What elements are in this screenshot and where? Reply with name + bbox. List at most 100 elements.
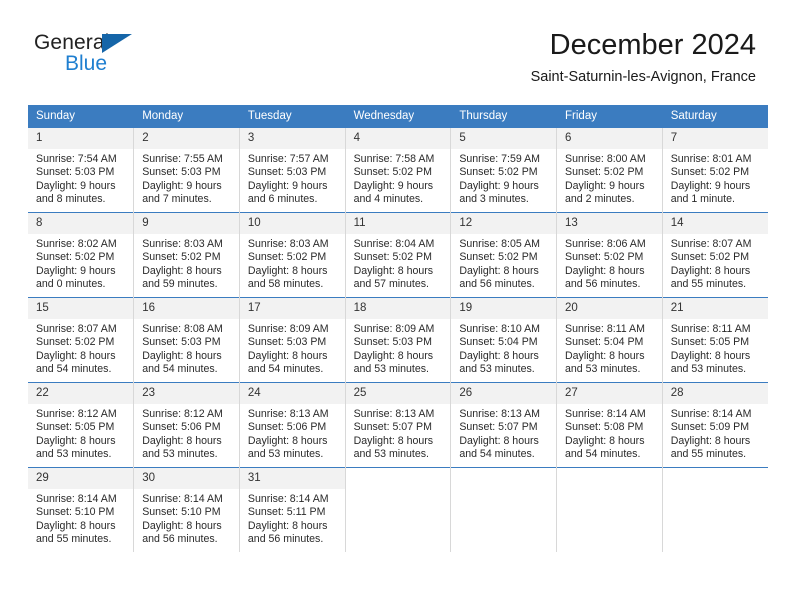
daylight-text-line1: Daylight: 9 hours [670, 179, 751, 192]
page-header: General Blue December 2024 Saint-Saturni… [0, 0, 792, 100]
daylight-text-line2: and 53 minutes. [353, 362, 429, 375]
day-details: Sunrise: 8:14 AM Sunset: 5:10 PM Dayligh… [134, 489, 239, 546]
day-cell[interactable]: 20 Sunrise: 8:11 AM Sunset: 5:04 PM Dayl… [556, 297, 663, 383]
day-cell[interactable]: 8 Sunrise: 8:02 AM Sunset: 5:02 PM Dayli… [28, 212, 135, 298]
day-cell-empty [345, 467, 452, 552]
sunrise-text: Sunrise: 8:03 AM [247, 238, 329, 250]
day-cell[interactable]: 2 Sunrise: 7:55 AM Sunset: 5:03 PM Dayli… [133, 127, 240, 213]
day-cell[interactable]: 21 Sunrise: 8:11 AM Sunset: 5:05 PM Dayl… [662, 297, 768, 383]
general-blue-logo: General Blue [34, 31, 234, 81]
sunset-text: Sunset: 5:07 PM [459, 421, 538, 434]
day-details: Sunrise: 7:54 AM Sunset: 5:03 PM Dayligh… [28, 149, 133, 206]
week-row: 29 Sunrise: 8:14 AM Sunset: 5:10 PM Dayl… [28, 467, 768, 552]
day-details: Sunrise: 8:07 AM Sunset: 5:02 PM Dayligh… [663, 234, 768, 291]
sunrise-text: Sunrise: 8:01 AM [670, 153, 752, 165]
sunset-text: Sunset: 5:02 PM [459, 251, 538, 264]
weekday-header-sunday: Sunday [28, 105, 135, 128]
day-cell[interactable]: 28 Sunrise: 8:14 AM Sunset: 5:09 PM Dayl… [662, 382, 768, 468]
day-number: 28 [662, 383, 768, 404]
day-details: Sunrise: 8:14 AM Sunset: 5:11 PM Dayligh… [240, 489, 345, 546]
day-cell[interactable]: 25 Sunrise: 8:13 AM Sunset: 5:07 PM Dayl… [345, 382, 452, 468]
day-details: Sunrise: 8:08 AM Sunset: 5:03 PM Dayligh… [134, 319, 239, 376]
sunrise-sunset-calendar: Sunday Monday Tuesday Wednesday Thursday… [28, 105, 768, 552]
day-cell[interactable]: 5 Sunrise: 7:59 AM Sunset: 5:02 PM Dayli… [450, 127, 558, 213]
week-row: 8 Sunrise: 8:02 AM Sunset: 5:02 PM Dayli… [28, 212, 768, 298]
page-title: December 2024 [549, 29, 756, 61]
daylight-text-line1: Daylight: 8 hours [565, 434, 645, 447]
day-number: 14 [662, 213, 768, 234]
day-details: Sunrise: 8:13 AM Sunset: 5:07 PM Dayligh… [451, 404, 556, 461]
day-number: 21 [662, 298, 768, 319]
sunrise-text: Sunrise: 7:58 AM [353, 153, 435, 165]
day-cell[interactable]: 1 Sunrise: 7:54 AM Sunset: 5:03 PM Dayli… [28, 127, 135, 213]
daylight-text-line2: and 54 minutes. [565, 447, 641, 460]
day-cell[interactable]: 4 Sunrise: 7:58 AM Sunset: 5:02 PM Dayli… [345, 127, 452, 213]
day-number: 26 [451, 383, 557, 404]
day-cell[interactable]: 23 Sunrise: 8:12 AM Sunset: 5:06 PM Dayl… [133, 382, 240, 468]
sunset-text: Sunset: 5:02 PM [670, 251, 750, 264]
day-cell[interactable]: 24 Sunrise: 8:13 AM Sunset: 5:06 PM Dayl… [239, 382, 346, 468]
day-number [662, 468, 768, 489]
sunrise-text: Sunrise: 8:02 AM [36, 238, 117, 250]
day-cell[interactable]: 3 Sunrise: 7:57 AM Sunset: 5:03 PM Dayli… [239, 127, 346, 213]
daylight-text-line1: Daylight: 8 hours [142, 264, 222, 277]
day-cell[interactable]: 10 Sunrise: 8:03 AM Sunset: 5:02 PM Dayl… [239, 212, 346, 298]
day-cell[interactable]: 9 Sunrise: 8:03 AM Sunset: 5:02 PM Dayli… [133, 212, 240, 298]
day-cell[interactable]: 12 Sunrise: 8:05 AM Sunset: 5:02 PM Dayl… [450, 212, 558, 298]
daylight-text-line1: Daylight: 9 hours [36, 264, 116, 277]
daylight-text-line1: Daylight: 8 hours [670, 264, 751, 277]
day-cell[interactable]: 29 Sunrise: 8:14 AM Sunset: 5:10 PM Dayl… [28, 467, 135, 552]
day-cell[interactable]: 6 Sunrise: 8:00 AM Sunset: 5:02 PM Dayli… [556, 127, 663, 213]
sunset-text: Sunset: 5:02 PM [565, 251, 644, 264]
sunrise-text: Sunrise: 8:14 AM [36, 493, 117, 505]
day-cell[interactable]: 17 Sunrise: 8:09 AM Sunset: 5:03 PM Dayl… [239, 297, 346, 383]
calendar-page: General Blue December 2024 Saint-Saturni… [0, 0, 792, 612]
day-cell[interactable]: 13 Sunrise: 8:06 AM Sunset: 5:02 PM Dayl… [556, 212, 663, 298]
day-cell[interactable]: 16 Sunrise: 8:08 AM Sunset: 5:03 PM Dayl… [133, 297, 240, 383]
day-number: 23 [134, 383, 239, 404]
sunrise-text: Sunrise: 8:00 AM [565, 153, 646, 165]
day-number [557, 468, 662, 489]
day-cell[interactable]: 15 Sunrise: 8:07 AM Sunset: 5:02 PM Dayl… [28, 297, 135, 383]
day-cell-empty [556, 467, 663, 552]
day-cell[interactable]: 31 Sunrise: 8:14 AM Sunset: 5:11 PM Dayl… [239, 467, 346, 552]
day-cell[interactable]: 26 Sunrise: 8:13 AM Sunset: 5:07 PM Dayl… [450, 382, 558, 468]
sunset-text: Sunset: 5:02 PM [353, 166, 432, 179]
day-cell-empty [450, 467, 558, 552]
sunset-text: Sunset: 5:09 PM [670, 421, 750, 434]
day-details: Sunrise: 8:11 AM Sunset: 5:05 PM Dayligh… [663, 319, 768, 376]
day-details: Sunrise: 7:57 AM Sunset: 5:03 PM Dayligh… [240, 149, 345, 206]
day-cell[interactable]: 19 Sunrise: 8:10 AM Sunset: 5:04 PM Dayl… [450, 297, 558, 383]
daylight-text-line1: Daylight: 8 hours [353, 264, 434, 277]
day-cell[interactable]: 18 Sunrise: 8:09 AM Sunset: 5:03 PM Dayl… [345, 297, 452, 383]
daylight-text-line2: and 56 minutes. [565, 277, 641, 290]
daylight-text-line1: Daylight: 8 hours [459, 434, 539, 447]
day-number: 19 [451, 298, 557, 319]
day-cell[interactable]: 27 Sunrise: 8:14 AM Sunset: 5:08 PM Dayl… [556, 382, 663, 468]
day-number: 27 [557, 383, 662, 404]
day-details: Sunrise: 8:14 AM Sunset: 5:08 PM Dayligh… [557, 404, 662, 461]
daylight-text-line1: Daylight: 9 hours [353, 179, 434, 192]
day-number: 24 [239, 383, 345, 404]
daylight-text-line1: Daylight: 9 hours [459, 179, 539, 192]
sunrise-text: Sunrise: 8:05 AM [459, 238, 540, 250]
daylight-text-line2: and 3 minutes. [459, 192, 529, 205]
sunset-text: Sunset: 5:10 PM [36, 506, 115, 519]
day-number: 29 [28, 468, 134, 489]
week-row: 15 Sunrise: 8:07 AM Sunset: 5:02 PM Dayl… [28, 297, 768, 383]
day-cell[interactable]: 7 Sunrise: 8:01 AM Sunset: 5:02 PM Dayli… [662, 127, 768, 213]
day-cell[interactable]: 30 Sunrise: 8:14 AM Sunset: 5:10 PM Dayl… [133, 467, 240, 552]
day-cell[interactable]: 11 Sunrise: 8:04 AM Sunset: 5:02 PM Dayl… [345, 212, 452, 298]
sunrise-text: Sunrise: 7:59 AM [459, 153, 540, 165]
day-cell[interactable]: 22 Sunrise: 8:12 AM Sunset: 5:05 PM Dayl… [28, 382, 135, 468]
day-number: 1 [28, 128, 134, 149]
week-row: 22 Sunrise: 8:12 AM Sunset: 5:05 PM Dayl… [28, 382, 768, 468]
sunset-text: Sunset: 5:06 PM [247, 421, 327, 434]
day-number: 5 [451, 128, 557, 149]
day-details: Sunrise: 8:12 AM Sunset: 5:05 PM Dayligh… [28, 404, 133, 461]
sunset-text: Sunset: 5:02 PM [565, 166, 644, 179]
sunrise-text: Sunrise: 8:11 AM [565, 323, 645, 335]
day-number: 10 [239, 213, 345, 234]
day-cell[interactable]: 14 Sunrise: 8:07 AM Sunset: 5:02 PM Dayl… [662, 212, 768, 298]
daylight-text-line2: and 55 minutes. [36, 532, 112, 545]
